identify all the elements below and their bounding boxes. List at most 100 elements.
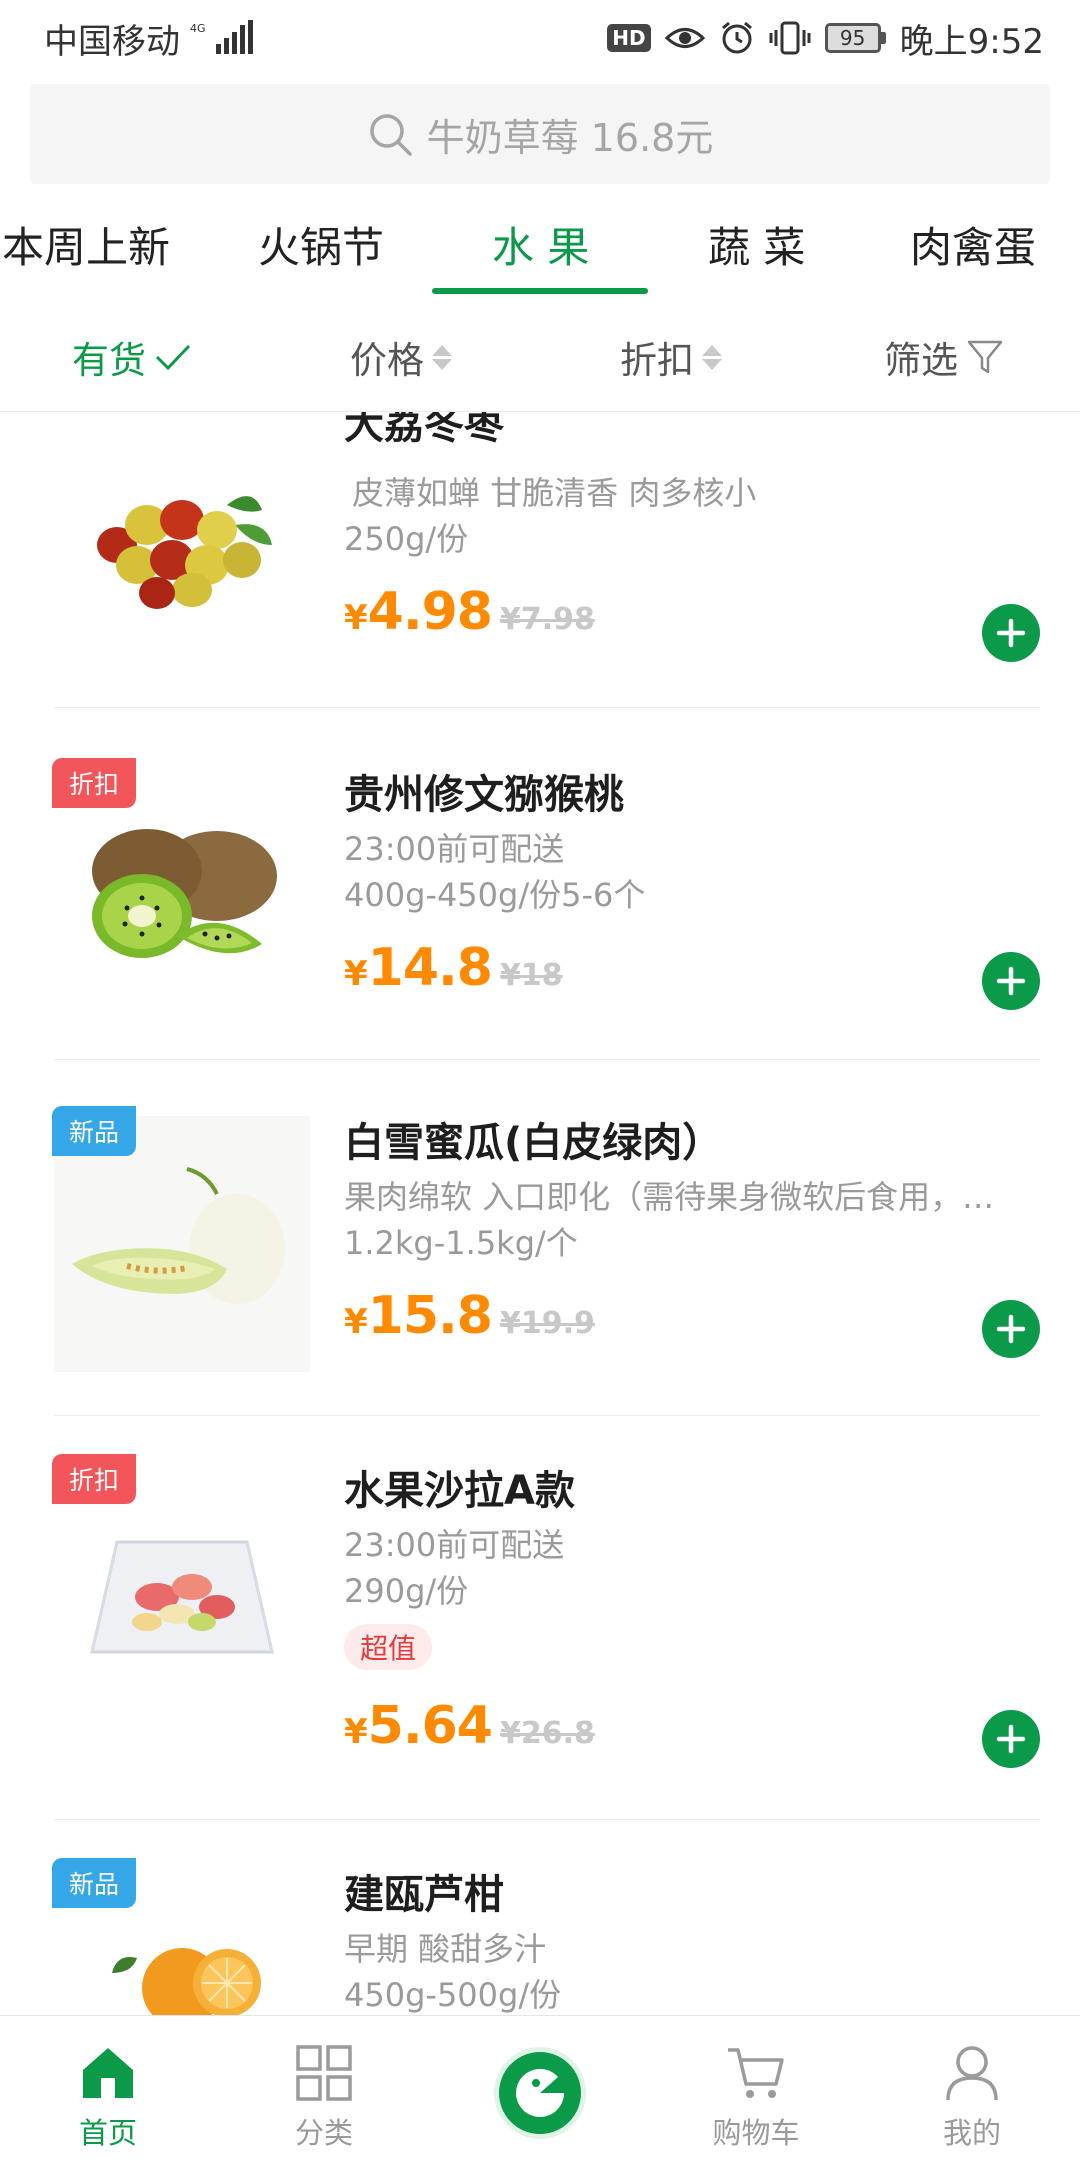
app-logo-button[interactable] [494,2047,586,2139]
search-bar[interactable]: 牛奶草莓 16.8元 [30,84,1050,184]
product-card[interactable]: 折扣 水果沙拉A款 23:00前可配送 290g/份 超值 ¥ 5.64 ¥26… [0,1444,1080,1854]
product-spec: 290g/份 [344,1572,469,1610]
active-tab-indicator [432,288,648,294]
orange-icon [54,1928,310,2015]
tab-new-this-week[interactable]: 本周上新 [2,214,170,275]
filter-price-label: 价格 [350,339,424,382]
filter-discount-sort[interactable]: 折扣 [620,330,722,384]
divider [54,1059,1040,1060]
cart-icon [726,2042,786,2104]
plus-icon [996,1314,1026,1344]
product-description: 早期 酸甜多汁 [344,1930,547,1968]
status-left: 中国移动 4G [44,14,254,63]
plus-icon [996,1724,1026,1754]
original-price: ¥26.8 [499,1716,595,1751]
current-price: 15.8 [367,1286,493,1346]
battery-icon: 95 [824,23,886,53]
nav-category-label: 分类 [294,2116,353,2150]
original-price: ¥18 [499,958,563,993]
status-bar: 中国移动 4G HD 95 晚上9:52 [0,0,1080,76]
product-spec: 250g/份 [344,520,469,558]
tab-meat-eggs[interactable]: 肉禽蛋 [910,214,1036,275]
nav-cart[interactable]: 购物车 [648,2016,864,2160]
current-price: 14.8 [367,938,493,998]
battery-level: 95 [824,23,881,53]
product-spec: 450g-500g/份 [344,1976,562,2014]
filter-price-sort[interactable]: 价格 [350,330,452,384]
add-to-cart-button[interactable] [982,952,1040,1010]
home-icon [79,2042,137,2104]
clock-time: 晚上9:52 [899,21,1044,62]
grid-icon [295,2042,353,2104]
product-description: 23:00前可配送 [344,1526,565,1564]
product-price: ¥ 14.8 ¥18 [344,938,563,998]
product-price: ¥ 15.8 ¥19.9 [344,1286,595,1346]
currency-symbol: ¥ [344,954,368,994]
profile-icon [943,2042,1001,2104]
product-spec: 1.2kg-1.5kg/个 [344,1224,578,1262]
add-to-cart-button[interactable] [982,604,1040,662]
add-to-cart-button[interactable] [982,1710,1040,1768]
divider [54,707,1040,708]
tab-hotpot-festival[interactable]: 火锅节 [258,214,384,275]
sort-arrows-icon [432,344,452,370]
new-tag: 新品 [52,1858,136,1908]
product-card[interactable]: 大荔冬枣 皮薄如蝉 甘脆清香 肉多核小 250g/份 ¥ 4.98 ¥7.98 [0,412,1080,742]
discount-tag: 折扣 [52,758,136,808]
carrier-label: 中国移动 [44,21,180,62]
app-logo-icon [516,2068,564,2117]
filter-in-stock-label: 有货 [72,339,146,382]
nav-category[interactable]: 分类 [216,2016,432,2160]
alarm-icon [719,20,755,56]
nav-home-label: 首页 [78,2116,137,2150]
sort-arrows-icon [702,344,722,370]
jujube-icon [54,412,310,668]
vibrate-icon [769,20,811,56]
current-price: 4.98 [367,582,493,642]
search-icon [367,111,413,157]
product-name: 白雪蜜瓜(白皮绿肉） [344,1120,723,1166]
nav-profile[interactable]: 我的 [864,2016,1080,2160]
add-to-cart-button[interactable] [982,1300,1040,1358]
product-card[interactable]: 新品 建瓯芦柑 早期 酸甜多汁 450g-500g/份 [0,1848,1080,2015]
category-tabs: 本周上新 火锅节 水 果 蔬 菜 肉禽蛋 [0,196,1080,296]
product-name: 建瓯芦柑 [344,1872,504,1918]
original-price: ¥19.9 [499,1306,595,1341]
tab-fruit[interactable]: 水 果 [492,214,589,275]
product-description: 皮薄如蝉 甘脆清香 肉多核小 [352,474,757,512]
eye-icon [664,23,705,53]
product-price: ¥ 5.64 ¥26.8 [344,1696,595,1756]
filter-bar: 有货 价格 折扣 筛选 [0,306,1080,412]
network-type-label: 4G [190,22,206,35]
hd-badge: HD [607,24,651,52]
divider [54,1819,1040,1820]
original-price: ¥7.98 [499,602,595,637]
product-name: 贵州修文猕猴桃 [344,772,624,818]
filter-button[interactable]: 筛选 [884,330,1004,384]
current-price: 5.64 [367,1696,493,1756]
product-name: 大荔冬枣 [344,412,504,448]
new-tag: 新品 [52,1106,136,1156]
nav-profile-label: 我的 [942,2116,1001,2150]
product-list: 大荔冬枣 皮薄如蝉 甘脆清香 肉多核小 250g/份 ¥ 4.98 ¥7.98 [0,412,1080,2015]
currency-symbol: ¥ [344,1302,368,1342]
discount-tag: 折扣 [52,1454,136,1504]
search-placeholder: 牛奶草莓 16.8元 [426,115,714,160]
filter-label: 筛选 [884,339,958,382]
product-card[interactable]: 新品 白雪蜜瓜(白皮绿肉） 果肉绵软 入口即化（需待果身微软后食用，… 1.2k… [0,1096,1080,1446]
plus-icon [996,618,1026,648]
tab-vegetables[interactable]: 蔬 菜 [708,214,805,275]
currency-symbol: ¥ [344,598,368,638]
nav-cart-label: 购物车 [712,2116,800,2150]
filter-in-stock[interactable]: 有货 [72,330,192,384]
value-badge: 超值 [344,1624,433,1670]
nav-home[interactable]: 首页 [0,2016,216,2160]
filter-discount-label: 折扣 [620,339,694,382]
product-description: 23:00前可配送 [344,830,565,868]
product-card[interactable]: 折扣 贵州修文猕猴桃 23:00前可配送 400g-450g/份5-6个 ¥ 1… [0,748,1080,1098]
product-description: 果肉绵软 入口即化（需待果身微软后食用，… [344,1178,995,1216]
currency-symbol: ¥ [344,1712,368,1752]
checkmark-icon [154,342,192,372]
funnel-icon [966,338,1004,376]
product-name: 水果沙拉A款 [344,1468,575,1514]
